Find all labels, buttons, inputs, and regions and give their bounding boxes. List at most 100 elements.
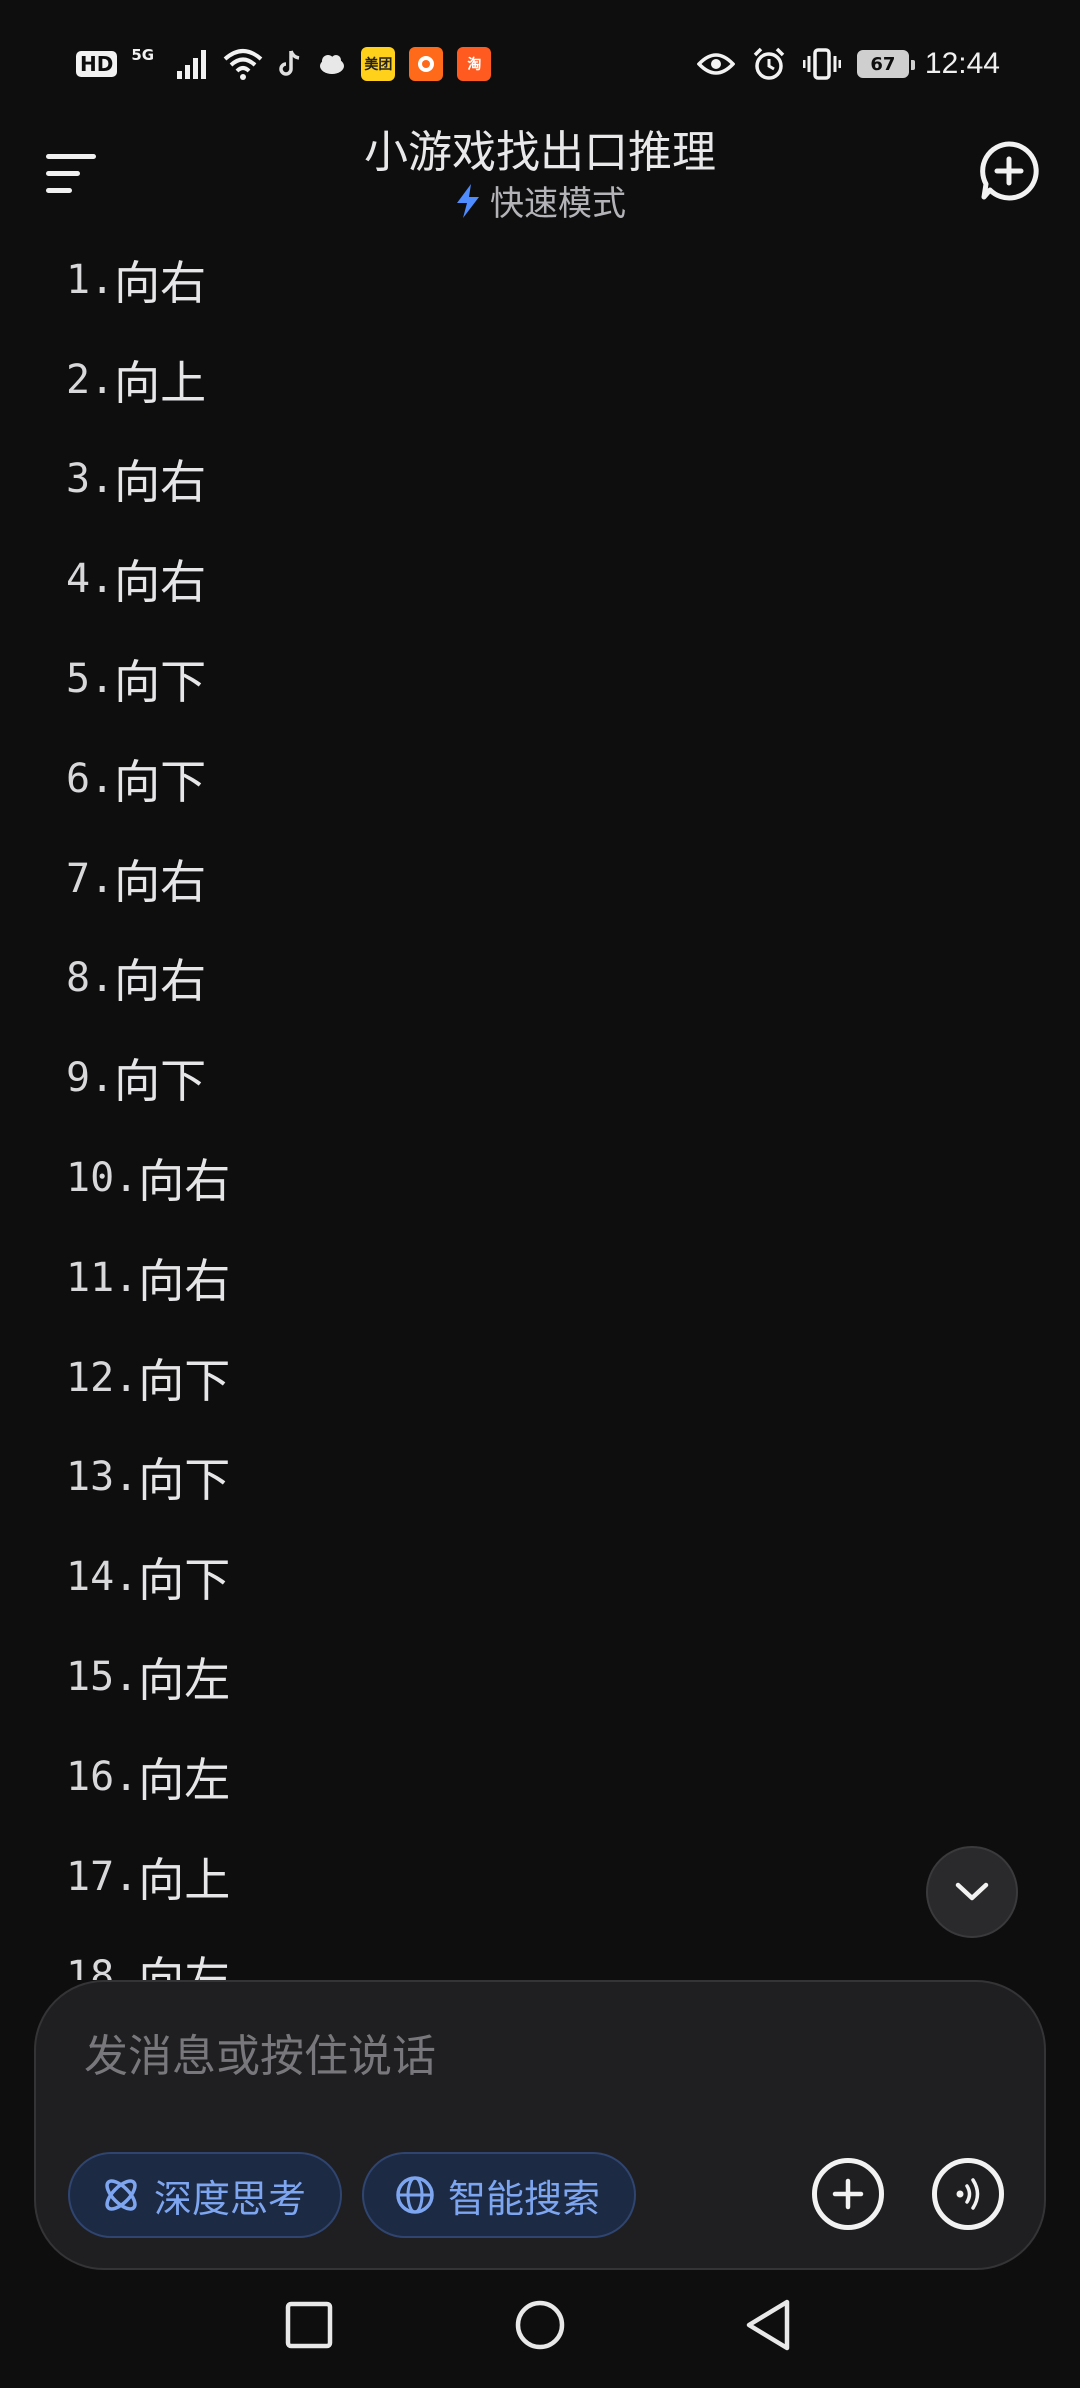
alarm-icon xyxy=(753,47,785,80)
circle-icon xyxy=(515,2300,565,2350)
square-icon xyxy=(285,2301,333,2349)
step-item: 18. 向左 xyxy=(66,1927,966,1980)
home-button[interactable] xyxy=(505,2290,575,2360)
step-direction: 向上 xyxy=(138,1852,231,1907)
step-direction: 向下 xyxy=(138,1353,231,1408)
step-number: 6. xyxy=(66,755,115,802)
battery-icon: 67 xyxy=(856,50,915,78)
cloud-app-icon xyxy=(320,55,345,74)
deep-think-label: 深度思考 xyxy=(154,2176,307,2221)
step-item: 2. 向上 xyxy=(66,330,966,430)
step-direction: 向下 xyxy=(138,1453,231,1508)
atom-icon xyxy=(105,2179,137,2211)
step-number: 11. xyxy=(66,1254,139,1301)
message-composer: 深度思考 智能搜索 xyxy=(34,1980,1046,2270)
step-direction: 向下 xyxy=(114,1054,207,1109)
step-direction: 向上 xyxy=(114,355,207,410)
step-item: 11. 向右 xyxy=(66,1228,966,1328)
deep-think-button[interactable]: 深度思考 xyxy=(68,2152,342,2238)
mode-selector[interactable]: 快速模式 xyxy=(0,176,1080,225)
step-direction: 向右 xyxy=(114,854,207,909)
app-orange-glyph xyxy=(418,56,435,72)
step-direction: 向右 xyxy=(114,455,207,510)
app-orange-icon xyxy=(409,47,444,81)
clock: 12:44 xyxy=(924,47,1000,80)
step-number: 18. xyxy=(66,1953,139,1980)
status-bar-left: HD 5G 美团 淘 xyxy=(76,44,492,84)
eye-icon xyxy=(696,53,735,75)
message-input[interactable] xyxy=(82,2020,946,2092)
step-number: 2. xyxy=(66,356,115,403)
step-number: 14. xyxy=(66,1554,139,1601)
voice-wave-icon xyxy=(956,2178,980,2210)
step-list: 1. 向右 2. 向上 3. 向右 4. 向右 5. 向下 6. 向下 7. 向右 8. 向右 9. 向下 10. 向… xyxy=(66,230,966,1980)
step-item: 5. 向下 xyxy=(66,629,966,729)
system-nav-bar xyxy=(0,2290,1080,2388)
step-item: 9. 向下 xyxy=(66,1028,966,1128)
step-number: 7. xyxy=(66,855,115,902)
step-item: 3. 向右 xyxy=(66,430,966,530)
chevron-down-icon xyxy=(955,1882,989,1901)
step-item: 17. 向上 xyxy=(66,1827,966,1927)
step-item: 16. 向左 xyxy=(66,1727,966,1827)
hd-badge: HD xyxy=(76,51,118,77)
signal-icon xyxy=(177,50,207,79)
mode-label: 快速模式 xyxy=(490,184,626,224)
step-direction: 向下 xyxy=(138,1553,231,1608)
step-direction: 向左 xyxy=(138,1952,231,1980)
smart-search-button[interactable]: 智能搜索 xyxy=(362,2152,636,2238)
step-number: 15. xyxy=(66,1654,139,1701)
step-direction: 向下 xyxy=(114,754,207,809)
step-number: 9. xyxy=(66,1055,115,1102)
lightning-icon xyxy=(457,183,479,218)
step-direction: 向右 xyxy=(138,1253,231,1308)
step-direction: 向左 xyxy=(138,1653,231,1708)
step-item: 8. 向右 xyxy=(66,929,966,1029)
step-item: 7. 向右 xyxy=(66,829,966,929)
step-direction: 向右 xyxy=(138,1154,231,1209)
vibrate-icon xyxy=(802,48,841,80)
step-item: 15. 向左 xyxy=(66,1627,966,1727)
step-number: 3. xyxy=(66,456,115,503)
header: 小游戏找出口推理 快速模式 xyxy=(0,110,1080,230)
step-number: 12. xyxy=(66,1354,139,1401)
wifi-icon xyxy=(224,49,263,80)
step-number: 16. xyxy=(66,1753,139,1800)
step-number: 1. xyxy=(66,256,115,303)
back-button[interactable] xyxy=(735,2290,805,2360)
step-number: 8. xyxy=(66,955,115,1002)
meituan-icon: 美团 xyxy=(361,47,396,81)
step-number: 13. xyxy=(66,1454,139,1501)
step-item: 6. 向下 xyxy=(66,729,966,829)
step-number: 5. xyxy=(66,656,115,703)
recents-button[interactable] xyxy=(274,2290,344,2360)
step-direction: 向下 xyxy=(114,655,207,710)
step-number: 17. xyxy=(66,1853,139,1900)
step-item: 14. 向下 xyxy=(66,1527,966,1627)
scroll-down-button[interactable] xyxy=(926,1846,1018,1938)
attach-button[interactable] xyxy=(812,2158,884,2230)
status-bar-right: 67 12:44 xyxy=(696,44,1000,84)
step-direction: 向右 xyxy=(114,255,207,310)
step-item: 12. 向下 xyxy=(66,1328,966,1428)
tiktok-icon xyxy=(279,50,300,76)
step-item: 4. 向右 xyxy=(66,529,966,629)
voice-button[interactable] xyxy=(932,2158,1004,2230)
new-chat-button[interactable] xyxy=(978,140,1040,202)
network-type: 5G xyxy=(131,46,155,64)
step-number: 10. xyxy=(66,1155,139,1202)
smart-search-label: 智能搜索 xyxy=(448,2176,601,2221)
step-item: 13. 向下 xyxy=(66,1428,966,1528)
plus-icon xyxy=(832,2178,864,2210)
new-chat-icon xyxy=(980,141,1039,201)
step-direction: 向右 xyxy=(114,954,207,1009)
step-direction: 向左 xyxy=(138,1752,231,1807)
step-item: 1. 向右 xyxy=(66,230,966,330)
triangle-back-icon xyxy=(746,2299,790,2351)
page-title: 小游戏找出口推理 xyxy=(364,128,716,177)
taobao-icon: 淘 xyxy=(457,47,492,81)
step-number: 4. xyxy=(66,556,115,603)
step-direction: 向右 xyxy=(114,555,207,610)
globe-icon xyxy=(396,2176,434,2214)
step-item: 10. 向右 xyxy=(66,1128,966,1228)
